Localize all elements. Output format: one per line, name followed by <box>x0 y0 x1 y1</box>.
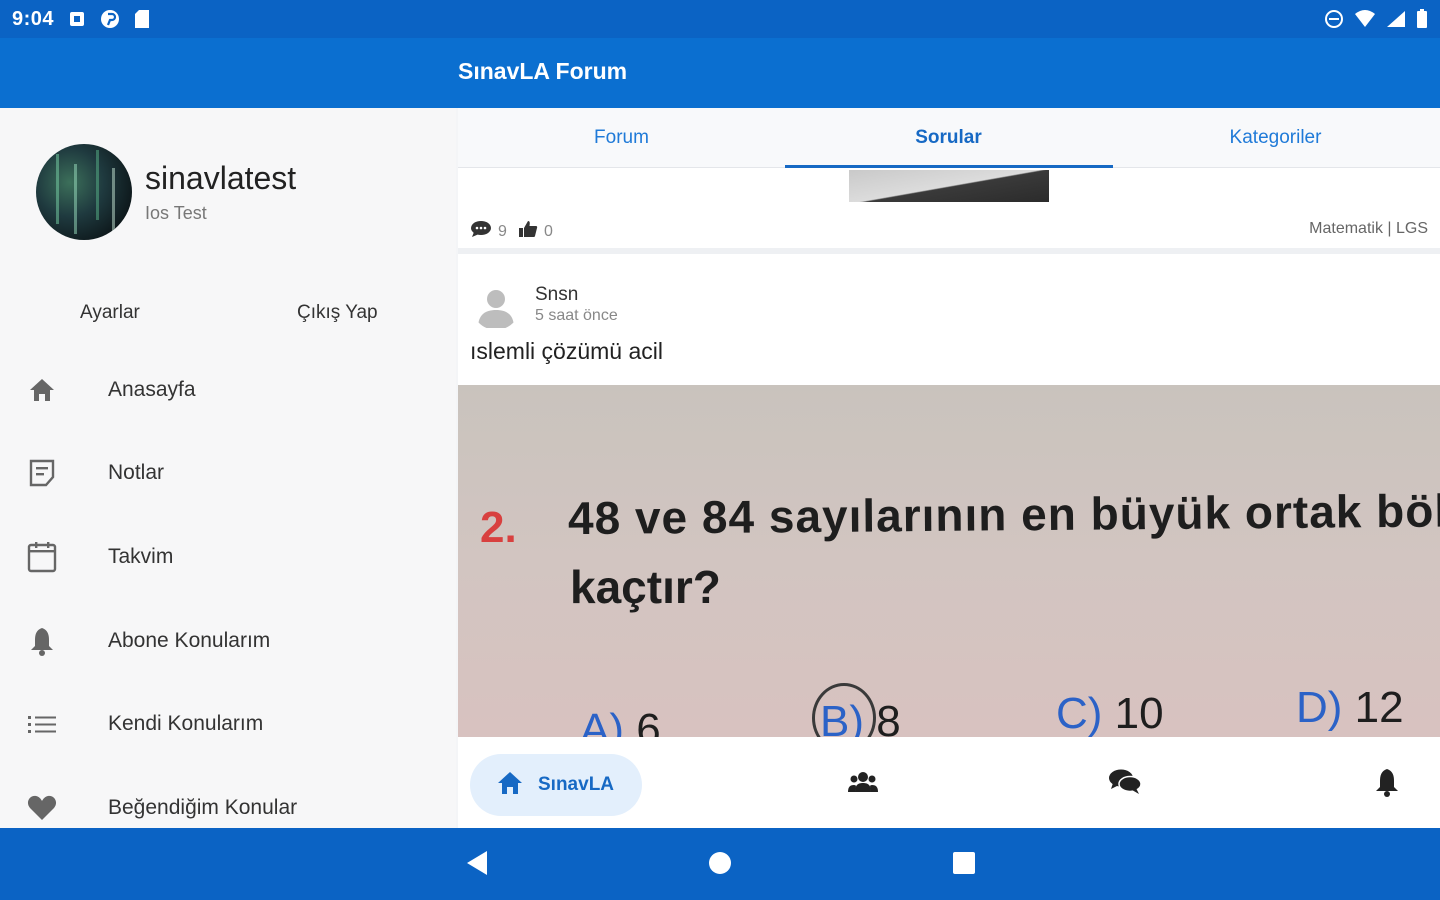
bottom-navigation: SınavLA <box>458 737 1440 828</box>
recents-button[interactable] <box>949 850 979 880</box>
do-not-disturb-icon <box>1324 9 1344 29</box>
author-avatar[interactable] <box>472 282 520 330</box>
drawer-item-takvim[interactable]: Takvim <box>0 527 456 587</box>
drawer-item-label: Anasayfa <box>108 378 196 401</box>
wifi-icon <box>1354 10 1376 28</box>
cell-signal-icon <box>1386 10 1406 28</box>
settings-button[interactable]: Ayarlar <box>80 302 140 324</box>
app-title: SınavLA Forum <box>458 58 628 84</box>
option-a: A) 6 <box>580 705 661 737</box>
bell-icon <box>1374 767 1400 802</box>
comment-count-value: 9 <box>498 222 507 240</box>
back-button[interactable] <box>462 850 492 880</box>
previous-post-meta: 9 0 Matematik | LGS <box>458 208 1440 254</box>
like-count-value: 0 <box>544 222 553 240</box>
drawer-item-label: Takvim <box>108 545 174 568</box>
post-author[interactable]: Snsn <box>535 284 578 306</box>
profile-avatar[interactable] <box>36 144 132 240</box>
notification-square-icon <box>68 10 86 28</box>
drawer-item-label: Kendi Konularım <box>108 712 264 735</box>
like-count[interactable]: 0 <box>518 220 553 243</box>
bell-icon <box>26 625 58 657</box>
tab-forum[interactable]: Forum <box>458 108 785 168</box>
question-text-line1: 48 ve 84 sayılarının en büyük ortak böle… <box>567 483 1440 545</box>
sd-card-icon <box>134 9 150 29</box>
comment-icon <box>470 220 492 243</box>
question-text-line2: kaçtır? <box>570 561 721 613</box>
logout-button[interactable]: Çıkış Yap <box>297 302 378 324</box>
user-subtitle: Ios Test <box>145 203 207 223</box>
post-category[interactable]: Matematik | LGS <box>1309 220 1428 238</box>
option-d: D) 12 <box>1296 683 1404 732</box>
drawer-item-label: Abone Konularım <box>108 629 271 652</box>
option-b: B) 8 <box>820 697 901 737</box>
drawer-item-label: Notlar <box>108 461 165 484</box>
bottom-nav-home-label: SınavLA <box>538 774 615 795</box>
main-content: Forum Sorular Kategoriler 9 0 Matematik … <box>458 108 1440 828</box>
calendar-icon <box>26 541 58 573</box>
status-bar: 9:04 <box>0 0 1440 38</box>
bottom-nav-chat[interactable] <box>1108 767 1142 801</box>
home-circle-icon <box>707 850 733 881</box>
drawer-item-label: Beğendiğim Konular <box>108 796 298 819</box>
group-icon <box>847 771 879 798</box>
navigation-drawer: sinavlatest Ios Test Ayarlar Çıkış Yap A… <box>0 108 456 828</box>
status-time: 9:04 <box>12 7 55 30</box>
app-bar: SınavLA Forum <box>0 38 1440 108</box>
tab-sorular[interactable]: Sorular <box>785 108 1112 168</box>
active-tab-indicator <box>785 165 1113 168</box>
bottom-nav-groups[interactable] <box>846 767 880 801</box>
home-icon <box>26 374 58 406</box>
system-navigation-bar <box>0 828 1440 900</box>
user-name: sinavlatest <box>145 160 297 196</box>
heart-icon <box>26 792 58 824</box>
question-number: 2. <box>480 503 517 552</box>
drawer-item-begendigim-konular[interactable]: Beğendiğim Konular <box>0 778 456 828</box>
drawer-item-notlar[interactable]: Notlar <box>0 443 456 503</box>
home-icon <box>496 770 524 801</box>
bottom-nav-notifications[interactable] <box>1370 767 1404 801</box>
previous-post-image[interactable] <box>849 170 1049 202</box>
home-button[interactable] <box>705 850 735 880</box>
recents-square-icon <box>952 851 976 880</box>
post-image[interactable]: 2. 48 ve 84 sayılarının en büyük ortak b… <box>458 385 1440 737</box>
chat-icon <box>1108 768 1142 801</box>
battery-icon <box>1416 9 1428 29</box>
back-triangle-icon <box>465 850 489 881</box>
post-time: 5 saat önce <box>535 307 618 324</box>
pinterest-icon <box>100 9 120 29</box>
drawer-item-kendi-konularim[interactable]: Kendi Konularım <box>0 694 456 754</box>
list-icon <box>26 708 58 740</box>
drawer-item-abone-konularim[interactable]: Abone Konularım <box>0 611 456 671</box>
option-c: C) 10 <box>1056 689 1164 737</box>
thumbs-up-icon <box>518 220 538 243</box>
drawer-item-anasayfa[interactable]: Anasayfa <box>0 360 456 420</box>
tab-bar: Forum Sorular Kategoriler <box>458 108 1440 168</box>
bottom-nav-home[interactable]: SınavLA <box>470 754 642 816</box>
post-title[interactable]: ıslemli çözümü acil <box>470 338 663 365</box>
notes-icon <box>26 457 58 489</box>
comment-count[interactable]: 9 <box>470 220 507 243</box>
tab-kategoriler[interactable]: Kategoriler <box>1112 108 1439 168</box>
